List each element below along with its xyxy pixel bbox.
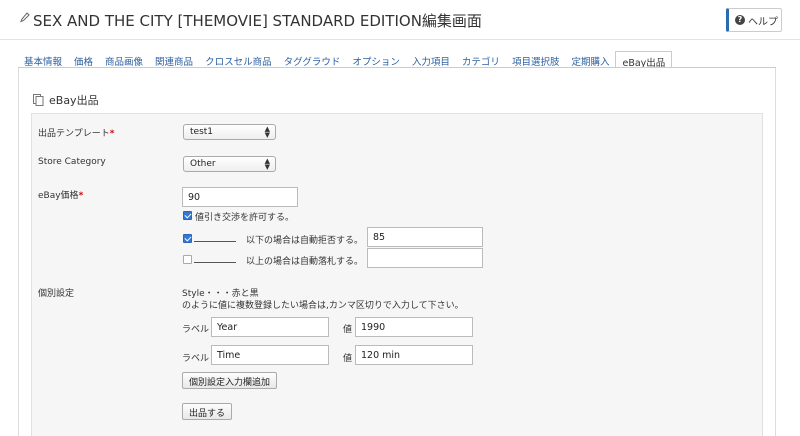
store-category-select[interactable]: Other ▲ ▼ (183, 156, 276, 172)
pages-icon (33, 94, 44, 106)
item-specifics-help-2: のように値に複数登録したい場合は,カンマ区切りで入力して下さい。 (182, 301, 464, 311)
tab-3[interactable]: 関連商品 (149, 51, 199, 68)
tab-bar: 基本情報 価格 商品画像 関連商品 クロスセル商品 タググラウド オプション 入力項目 カテゴリ… (18, 51, 673, 69)
tab-2[interactable]: 商品画像 (99, 51, 149, 68)
ebay-panel: eBay出品 出品テンプレート* test1 ▲ ▼ Store Category… (18, 68, 776, 436)
tab-9[interactable]: 項目選択肢 (506, 51, 566, 68)
section-title: eBay出品 (33, 92, 99, 108)
submit-listing-button[interactable]: 出品する (182, 403, 233, 420)
item-specifics-label: 個別設定 (38, 289, 75, 299)
tab-6[interactable]: オプション (346, 51, 406, 68)
auto-accept-blank (194, 262, 236, 263)
tab-0[interactable]: 基本情報 (18, 51, 68, 68)
auto-decline-input[interactable]: 85 (367, 227, 483, 247)
tab-5[interactable]: タググラウド (278, 51, 347, 68)
section-title-text: eBay出品 (49, 94, 99, 107)
store-category-value: Other (190, 159, 216, 169)
row1-label-caption: ラベル (182, 325, 210, 335)
select-arrows-icon: ▲ ▼ (264, 157, 270, 171)
ebay-form: 出品テンプレート* test1 ▲ ▼ Store Category Other … (31, 113, 763, 436)
template-select[interactable]: test1 ▲ ▼ (183, 124, 276, 140)
row1-label-input[interactable]: Year (211, 317, 329, 337)
row1-value-input[interactable]: 1990 (355, 317, 473, 337)
template-label: 出品テンプレート* (38, 129, 115, 139)
tab-8[interactable]: カテゴリ (456, 51, 506, 68)
auto-decline-label: 以下の場合は自動拒否する。 (246, 236, 364, 246)
row2-value-input[interactable]: 120 min (355, 345, 473, 365)
auto-decline-checkbox[interactable] (183, 234, 192, 243)
best-offer-checkbox[interactable] (183, 211, 192, 220)
auto-accept-checkbox[interactable] (183, 255, 192, 264)
auto-accept-input[interactable] (367, 248, 483, 268)
row2-label-input[interactable]: Time (211, 345, 329, 365)
page-title: SEX AND THE CITY [THEMOVIE] STANDARD EDI… (33, 12, 482, 30)
tab-4[interactable]: クロスセル商品 (199, 51, 278, 68)
help-button[interactable]: ? ヘルプ (726, 8, 782, 32)
auto-decline-blank (194, 241, 236, 242)
select-arrows-icon: ▲ ▼ (264, 125, 270, 139)
price-input[interactable]: 90 (182, 187, 298, 207)
row1-value-caption: 値 (343, 325, 353, 335)
pencil-icon (20, 12, 30, 23)
tab-7[interactable]: 入力項目 (406, 51, 456, 68)
row2-value-caption: 値 (343, 354, 353, 364)
auto-accept-label: 以上の場合は自動落札する。 (246, 257, 364, 267)
tab-1[interactable]: 価格 (68, 51, 99, 68)
store-category-label: Store Category (38, 157, 106, 167)
best-offer-label: 値引き交渉を許可する。 (195, 213, 295, 223)
tab-10[interactable]: 定期購入 (565, 51, 615, 68)
question-icon: ? (735, 15, 745, 25)
template-select-value: test1 (190, 127, 214, 137)
help-button-label: ヘルプ (748, 16, 778, 28)
row2-label-caption: ラベル (182, 354, 210, 364)
price-label: eBay価格* (38, 191, 84, 201)
page-header: SEX AND THE CITY [THEMOVIE] STANDARD EDI… (0, 0, 800, 40)
tab-11[interactable]: eBay出品 (615, 51, 673, 69)
add-item-specific-button[interactable]: 個別設定入力欄追加 (182, 372, 278, 389)
